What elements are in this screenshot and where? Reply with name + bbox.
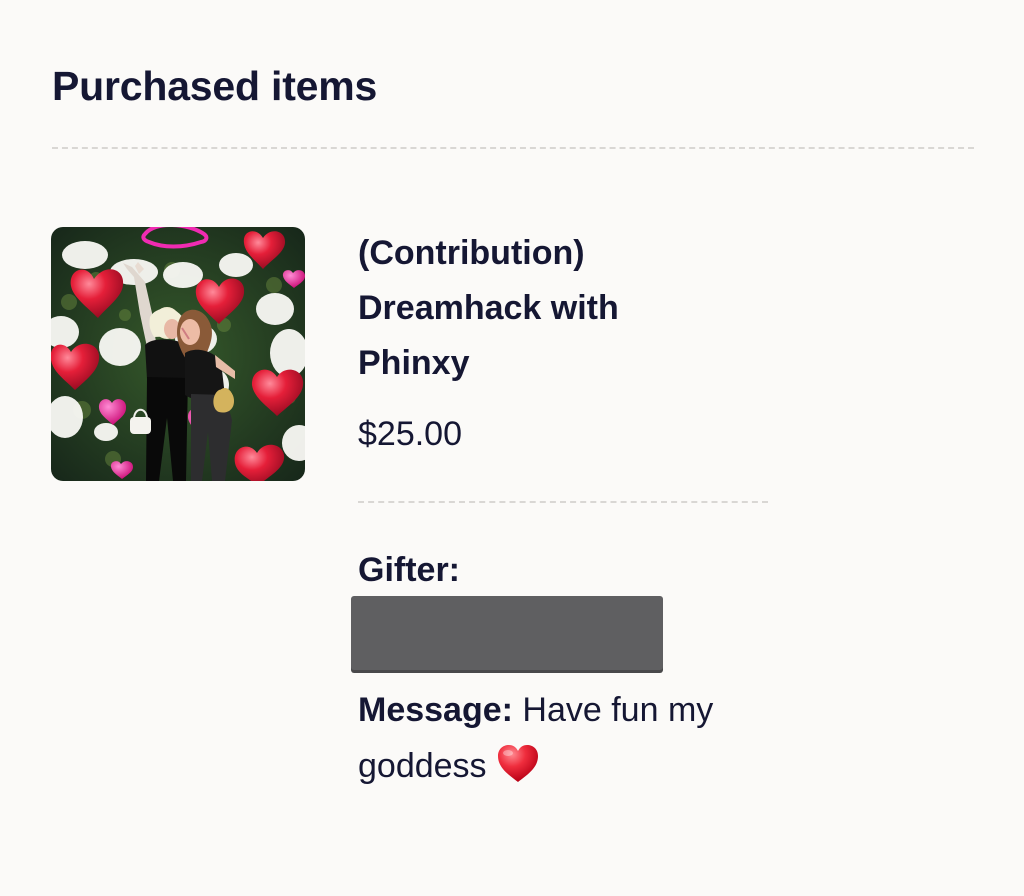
item-title[interactable]: (Contribution) Dreamhack with Phinxy (358, 226, 698, 391)
item-details-divider (358, 501, 768, 503)
product-photo-image (51, 227, 305, 481)
product-photo[interactable] (51, 227, 305, 481)
gift-message: Message: Have fun my goddess (358, 682, 728, 794)
item-price: $25.00 (358, 415, 462, 453)
redacted-gifter-name (351, 596, 663, 670)
purchased-items-page: Purchased items (Contribution) Dreamhack… (0, 0, 1024, 896)
section-divider (52, 147, 974, 149)
section-title: Purchased items (52, 63, 378, 109)
gifter-label: Gifter: (358, 551, 460, 589)
heart-icon (498, 745, 538, 782)
message-label: Message: (358, 691, 513, 729)
